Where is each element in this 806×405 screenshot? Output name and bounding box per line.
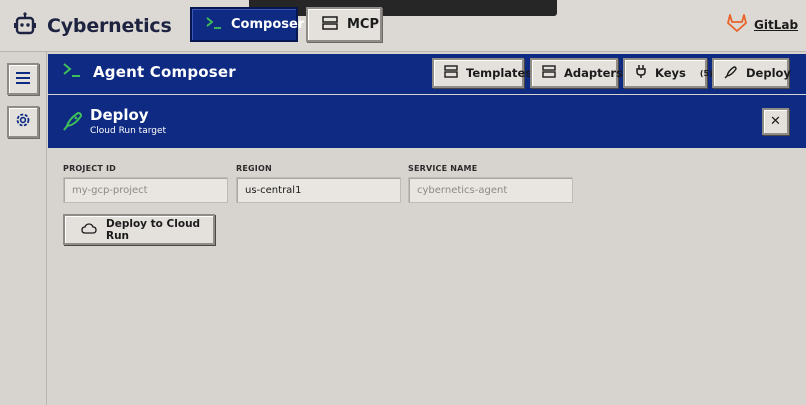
- project-id-label: PROJECT ID: [63, 164, 116, 173]
- terminal-icon: [63, 63, 81, 81]
- plug-icon: [635, 64, 647, 82]
- server-icon: [322, 15, 338, 34]
- app-title: Cybernetics: [47, 15, 172, 37]
- deploy-button[interactable]: Deploy: [712, 58, 791, 88]
- cloud-icon: [81, 222, 97, 237]
- close-button[interactable]: ✕: [762, 108, 789, 135]
- brand[interactable]: Cybernetics: [14, 12, 172, 40]
- region-label: REGION: [236, 164, 272, 173]
- keys-label: Keys: [655, 66, 686, 80]
- deploy-label: Deploy: [746, 66, 791, 80]
- rocket-icon: [63, 111, 83, 135]
- templates-label: Templates: [466, 66, 533, 80]
- gear-icon: [14, 111, 32, 133]
- close-icon: ✕: [770, 114, 781, 129]
- service-name-field[interactable]: [408, 177, 573, 203]
- adapters-label: Adapters: [564, 66, 623, 80]
- settings-button[interactable]: [7, 106, 39, 138]
- composer-title: Agent Composer: [63, 63, 236, 81]
- terminal-icon: [206, 16, 222, 33]
- left-rail: [0, 52, 47, 405]
- gitlab-link[interactable]: GitLab: [727, 14, 798, 35]
- rocket-icon: [724, 65, 738, 82]
- menu-icon: [15, 70, 31, 89]
- deploy-to-cloud-run-button[interactable]: Deploy to Cloud Run: [63, 214, 215, 245]
- robot-icon: [14, 12, 36, 40]
- template-icon: [444, 65, 458, 81]
- region-field[interactable]: [236, 177, 401, 203]
- keys-count-badge: (5): [699, 68, 713, 78]
- keys-button[interactable]: Keys (5): [623, 58, 713, 88]
- menu-button[interactable]: [7, 63, 39, 95]
- tab-mcp-label: MCP: [347, 17, 380, 32]
- tab-composer-label: Composer: [231, 17, 305, 32]
- composer-title-label: Agent Composer: [93, 63, 236, 81]
- service-name-label: SERVICE NAME: [408, 164, 478, 173]
- adapter-icon: [542, 65, 556, 81]
- tab-composer[interactable]: Composer: [190, 7, 304, 42]
- templates-button[interactable]: Templates: [432, 58, 532, 88]
- deploy-to-cloud-run-label: Deploy to Cloud Run: [106, 217, 201, 242]
- gitlab-label: GitLab: [754, 17, 799, 32]
- project-id-field[interactable]: [63, 177, 228, 203]
- deploy-panel-title: Deploy: [90, 106, 149, 124]
- deploy-panel-subtitle: Cloud Run target: [90, 126, 167, 136]
- deploy-panel-header: Deploy Cloud Run target ✕: [48, 95, 806, 148]
- gitlab-icon: [727, 14, 747, 35]
- adapters-button[interactable]: Adapters: [530, 58, 623, 88]
- tab-mcp[interactable]: MCP: [306, 7, 382, 42]
- top-bar: Cybernetics Composer MCP GitLab: [0, 0, 806, 52]
